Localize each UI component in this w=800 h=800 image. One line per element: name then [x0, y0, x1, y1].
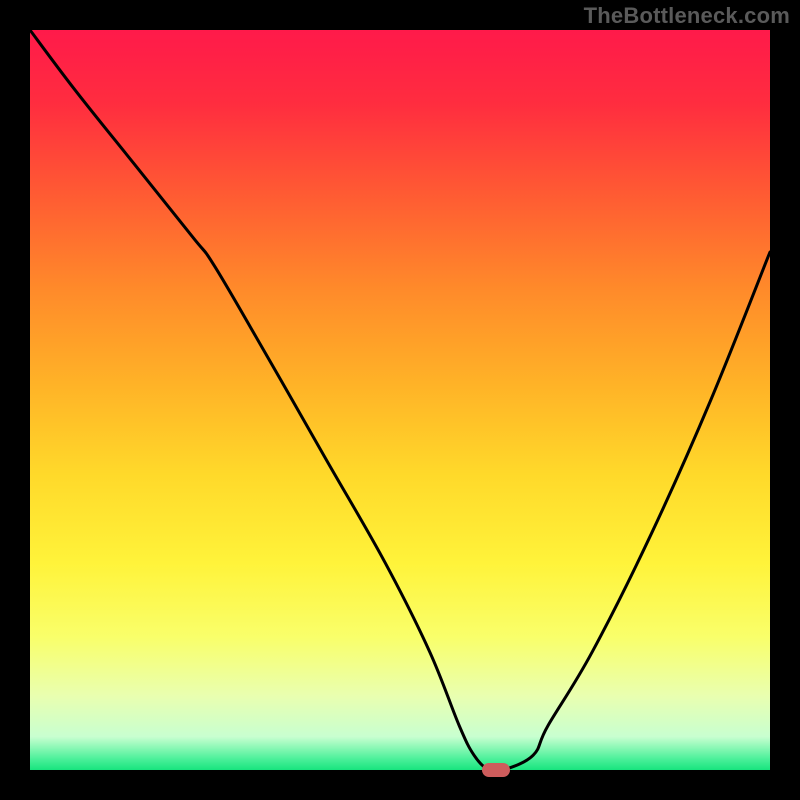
watermark-text: TheBottleneck.com [584, 3, 790, 29]
optimum-marker [482, 763, 510, 777]
chart-stage: TheBottleneck.com [0, 0, 800, 800]
bottleneck-plot [0, 0, 800, 800]
gradient-background [30, 30, 770, 770]
